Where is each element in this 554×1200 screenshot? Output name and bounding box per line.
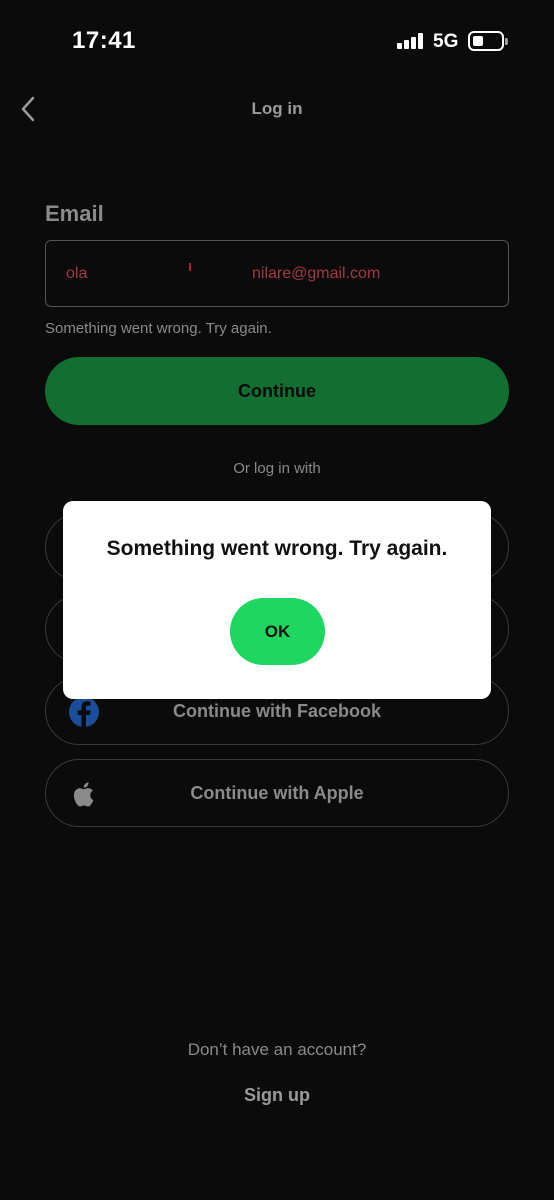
email-field[interactable]: ola nilare@gmail.com: [45, 240, 509, 307]
page-title: Log in: [251, 99, 303, 118]
nav-bar: Log in: [0, 84, 554, 134]
or-divider-text: Or log in with: [233, 460, 321, 477]
signal-icon: [397, 33, 423, 49]
error-message: Something went wrong. Try again.: [45, 320, 272, 337]
email-value-start: ola: [66, 265, 88, 282]
no-account-text: Don’t have an account?: [187, 1040, 367, 1059]
apple-login-button[interactable]: Continue with Apple: [45, 759, 509, 827]
status-bar: 17:41 5G: [0, 0, 554, 84]
battery-tip: [505, 38, 508, 45]
apple-login-label: Continue with Apple: [190, 782, 364, 803]
error-dialog: Something went wrong. Try again. OK: [63, 501, 491, 699]
status-time: 17:41: [72, 27, 136, 54]
dialog-message: Something went wrong. Try again.: [106, 537, 448, 560]
sign-up-link[interactable]: Sign up: [0, 1085, 554, 1106]
redaction-mark: [189, 263, 191, 271]
battery-icon: [468, 31, 504, 51]
ok-button[interactable]: OK: [230, 598, 325, 665]
email-value-end: nilare@gmail.com: [252, 265, 381, 282]
network-type: 5G: [433, 31, 459, 52]
email-label: Email: [45, 201, 104, 226]
continue-button[interactable]: Continue: [45, 357, 509, 425]
